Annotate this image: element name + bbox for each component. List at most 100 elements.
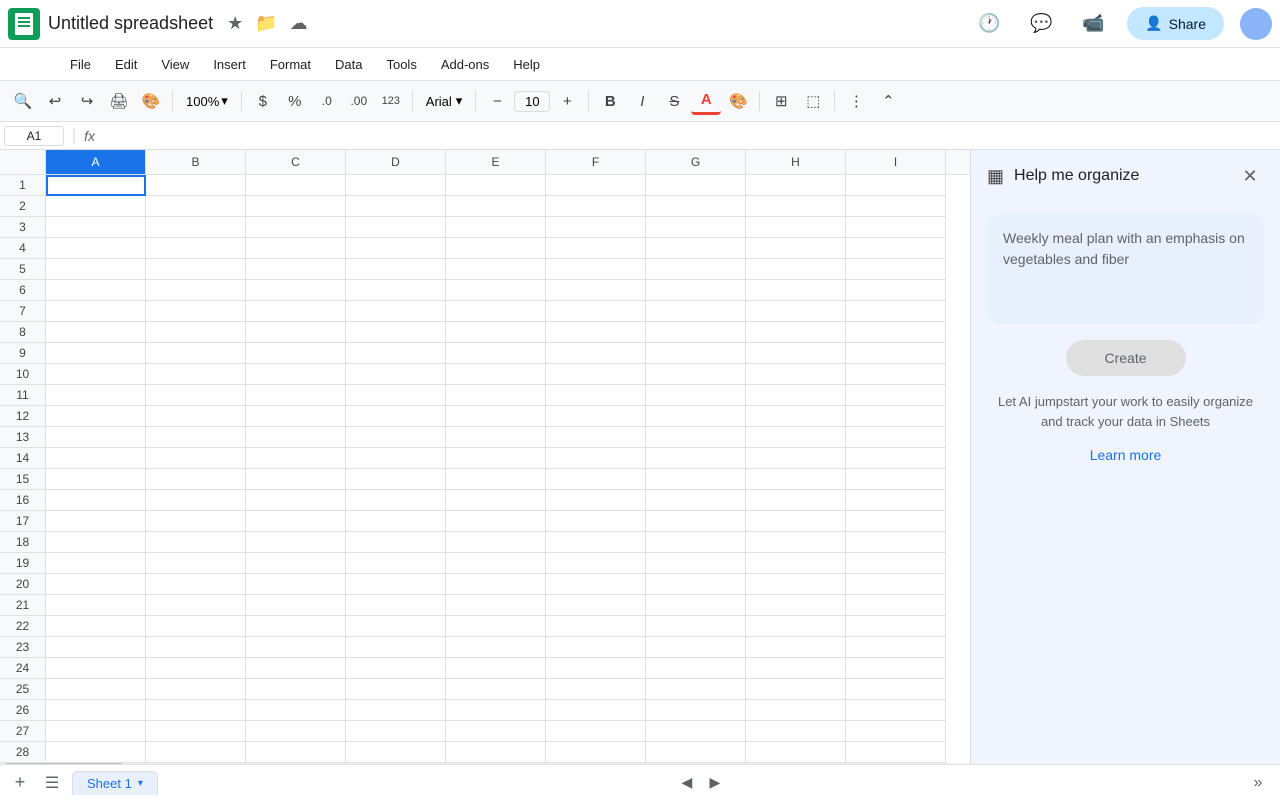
bold-button[interactable]: B (595, 87, 625, 115)
cell[interactable] (846, 385, 946, 406)
cell[interactable] (146, 217, 246, 238)
cell[interactable] (146, 406, 246, 427)
cell[interactable] (46, 553, 146, 574)
cell[interactable] (846, 574, 946, 595)
cell[interactable] (246, 217, 346, 238)
cell[interactable] (646, 196, 746, 217)
cell[interactable] (846, 637, 946, 658)
cell[interactable] (446, 385, 546, 406)
cell[interactable] (646, 217, 746, 238)
cell[interactable] (646, 595, 746, 616)
cell[interactable] (46, 406, 146, 427)
cell[interactable] (546, 322, 646, 343)
cell[interactable] (546, 637, 646, 658)
font-size-decrease-button[interactable]: − (482, 87, 512, 115)
cell[interactable] (246, 679, 346, 700)
cell[interactable] (746, 511, 846, 532)
cell[interactable] (646, 343, 746, 364)
add-sheet-button[interactable]: + (8, 771, 32, 795)
row-number[interactable]: 5 (0, 259, 46, 280)
row-number[interactable]: 3 (0, 217, 46, 238)
scroll-right-button[interactable]: ▶ (703, 771, 727, 795)
cell[interactable] (246, 721, 346, 742)
cell[interactable] (146, 427, 246, 448)
cell[interactable] (246, 700, 346, 721)
cell[interactable] (446, 742, 546, 763)
cell[interactable] (146, 679, 246, 700)
avatar[interactable] (1240, 8, 1272, 40)
cell[interactable] (746, 637, 846, 658)
row-number[interactable]: 4 (0, 238, 46, 259)
cell[interactable] (446, 532, 546, 553)
cell[interactable] (446, 553, 546, 574)
cell[interactable] (546, 238, 646, 259)
cell[interactable] (46, 637, 146, 658)
cell[interactable] (446, 511, 546, 532)
cell[interactable] (346, 217, 446, 238)
cell[interactable] (746, 700, 846, 721)
cell[interactable] (746, 364, 846, 385)
cell[interactable] (46, 448, 146, 469)
cell[interactable] (746, 301, 846, 322)
format-number-button[interactable]: 123 (376, 87, 406, 115)
cell[interactable] (346, 406, 446, 427)
cell[interactable] (546, 343, 646, 364)
cell[interactable] (446, 322, 546, 343)
row-number[interactable]: 28 (0, 742, 46, 763)
cell[interactable] (546, 721, 646, 742)
cell[interactable] (346, 721, 446, 742)
col-header-f[interactable]: F (546, 150, 646, 174)
cell[interactable] (246, 490, 346, 511)
cell[interactable] (646, 658, 746, 679)
cell[interactable] (546, 259, 646, 280)
menu-tools[interactable]: Tools (376, 53, 426, 76)
h-scroll-thumb[interactable] (4, 763, 124, 764)
text-color-button[interactable]: A (691, 87, 721, 115)
cell[interactable] (446, 343, 546, 364)
cell[interactable] (146, 448, 246, 469)
cell[interactable] (346, 259, 446, 280)
cell[interactable] (246, 343, 346, 364)
row-number[interactable]: 13 (0, 427, 46, 448)
cell[interactable] (746, 343, 846, 364)
h-scrollbar[interactable] (0, 763, 970, 764)
cell[interactable] (46, 217, 146, 238)
sheets-list-button[interactable]: ☰ (40, 771, 64, 795)
cell[interactable] (246, 511, 346, 532)
row-number[interactable]: 16 (0, 490, 46, 511)
sheet-tab-1[interactable]: Sheet 1 ▾ (72, 771, 158, 795)
cell[interactable] (846, 196, 946, 217)
cell[interactable] (546, 364, 646, 385)
cell[interactable] (846, 553, 946, 574)
cell[interactable] (146, 616, 246, 637)
menu-format[interactable]: Format (260, 53, 321, 76)
search-button[interactable]: 🔍 (8, 87, 38, 115)
cell[interactable] (446, 427, 546, 448)
cell[interactable] (46, 700, 146, 721)
cell[interactable] (146, 469, 246, 490)
row-number[interactable]: 18 (0, 532, 46, 553)
cell[interactable] (346, 490, 446, 511)
cell[interactable] (346, 322, 446, 343)
cell[interactable] (146, 175, 246, 196)
cell[interactable] (846, 343, 946, 364)
row-number[interactable]: 17 (0, 511, 46, 532)
cell[interactable] (546, 469, 646, 490)
menu-help[interactable]: Help (503, 53, 550, 76)
cell[interactable] (446, 448, 546, 469)
cell[interactable] (446, 301, 546, 322)
font-size-box[interactable]: 10 (514, 91, 550, 112)
col-header-e[interactable]: E (446, 150, 546, 174)
row-number[interactable]: 19 (0, 553, 46, 574)
cell[interactable] (46, 721, 146, 742)
cell[interactable] (46, 532, 146, 553)
cell[interactable] (246, 658, 346, 679)
row-number[interactable]: 21 (0, 595, 46, 616)
cell[interactable] (246, 469, 346, 490)
comment-icon[interactable]: 💬 (1023, 6, 1059, 42)
history-icon[interactable]: 🕐 (971, 6, 1007, 42)
cell[interactable] (746, 658, 846, 679)
cell[interactable] (46, 427, 146, 448)
row-number[interactable]: 26 (0, 700, 46, 721)
font-family-select[interactable]: Arial ▾ (419, 90, 470, 112)
